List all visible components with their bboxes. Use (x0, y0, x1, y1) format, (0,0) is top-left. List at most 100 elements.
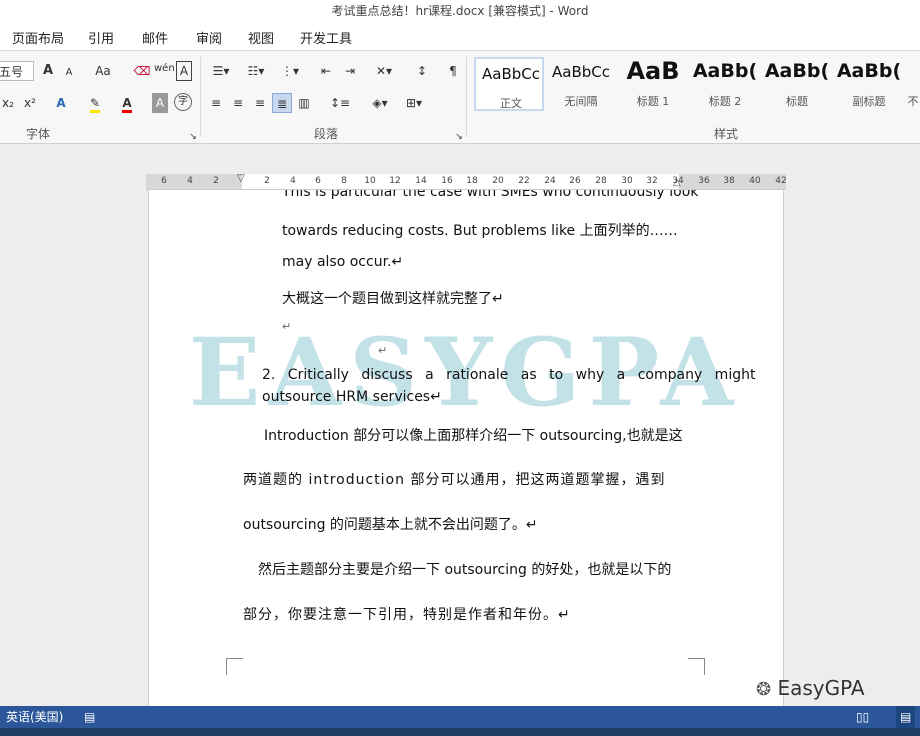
doc-line: towards reducing costs. But problems lik… (282, 223, 678, 239)
ruler-tick: 12 (389, 176, 401, 186)
paragraph-mark: ↵ (378, 344, 388, 357)
doc-line: outsource HRM services↵ (262, 389, 442, 405)
align-left-icon[interactable]: ≡ (208, 93, 224, 113)
sort-icon[interactable]: ↕ (412, 61, 432, 81)
ruler-tick: 22 (518, 176, 530, 186)
font-color-icon[interactable]: A (118, 93, 136, 113)
style-title[interactable]: AaBb( 标题 (762, 57, 832, 111)
distributed-icon[interactable]: ▥ (296, 93, 312, 113)
ruler-tick: 4 (187, 176, 193, 186)
styles-group-label: 样式 (714, 127, 739, 141)
ruler-tick: 2 (264, 176, 270, 186)
pinyin-guide-button[interactable]: wén (154, 59, 175, 79)
style-sample: AaBb( (692, 60, 758, 82)
style-subtitle[interactable]: AaBb( 副标题 (834, 57, 904, 111)
doc-line: outsourcing 的问题基本上就不会出问题了。↵ (243, 517, 538, 533)
logo-text: EasyGPA (777, 676, 865, 700)
shading-icon[interactable]: ◈▾ (366, 93, 394, 113)
style-name: 标题 1 (636, 95, 670, 108)
style-name: 副标题 (852, 95, 886, 108)
doc-line: may also occur.↵ (282, 254, 404, 270)
char-border-icon[interactable]: A (176, 61, 192, 81)
paragraph-mark: ↵ (282, 320, 292, 333)
ruler-tick: 10 (364, 176, 376, 186)
font-size-select[interactable]: 五号 (0, 61, 34, 81)
divider (466, 57, 467, 137)
style-name: 标题 2 (708, 95, 742, 108)
tab-view[interactable]: 视图 (248, 28, 274, 47)
decrease-indent-icon[interactable]: ⇤ (316, 61, 336, 81)
ruler-tick: 28 (595, 176, 607, 186)
ribbon-tabs: 页面布局 引用 邮件 审阅 视图 开发工具 (0, 22, 920, 51)
shrink-font-button[interactable]: A (62, 63, 76, 83)
tab-review[interactable]: 审阅 (196, 28, 222, 47)
ruler-tick: 30 (621, 176, 633, 186)
grow-font-button[interactable]: A (40, 61, 56, 81)
easygpa-logo: ❂ EasyGPA (756, 676, 906, 704)
macro-record-icon[interactable]: ▤ (84, 706, 95, 728)
style-name: 无间隔 (564, 95, 598, 108)
ruler-tick: 24 (544, 176, 556, 186)
horizontal-ruler[interactable]: 6 4 2 2 4 6 8 10 12 14 16 18 20 22 24 26… (146, 173, 787, 190)
multilevel-list-icon[interactable]: ⋮▾ (276, 61, 304, 81)
ruler-tick: 16 (441, 176, 453, 186)
enclose-char-icon[interactable]: 字 (174, 93, 192, 111)
divider (200, 57, 201, 137)
right-indent-icon[interactable]: △ (673, 177, 681, 188)
print-layout-icon[interactable]: ▤ (896, 706, 916, 728)
first-line-indent-icon[interactable]: ▽ (237, 173, 245, 184)
clear-format-icon[interactable]: ⌫ (132, 61, 152, 81)
chinese-layout-icon[interactable]: ✕▾ (370, 61, 398, 81)
char-shading-icon[interactable]: A (152, 93, 168, 113)
style-sample: AaB (626, 57, 680, 85)
change-case-button[interactable]: Aa (88, 61, 118, 81)
styles-gallery: AaBbCc 正文 AaBbCc 无间隔 AaB 标题 1 AaBb( 标题 2… (470, 57, 920, 111)
ruler-tick: 6 (161, 176, 167, 186)
paragraph-group-label: 段落 (314, 127, 339, 141)
font-group-label: 字体 (26, 127, 51, 141)
crop-mark (688, 658, 705, 675)
doc-line: 2. Critically discuss a rationale as to … (262, 367, 756, 383)
align-right-icon[interactable]: ≡ (252, 93, 268, 113)
tab-references[interactable]: 引用 (88, 28, 114, 47)
language-status[interactable]: 英语(美国) (6, 706, 63, 728)
read-mode-icon[interactable]: ▯▯ (856, 706, 869, 728)
increase-indent-icon[interactable]: ⇥ (340, 61, 360, 81)
borders-icon[interactable]: ⊞▾ (400, 93, 428, 113)
style-sample: AaBbCc (552, 63, 610, 81)
ruler-tick: 38 (723, 176, 735, 186)
numbering-icon[interactable]: ☷▾ (242, 61, 270, 81)
subscript-button[interactable]: x₂ (0, 93, 16, 113)
text-effects-icon[interactable]: A (52, 93, 70, 113)
tab-mailings[interactable]: 邮件 (142, 28, 168, 47)
status-bar: 英语(美国) ▤ ▯▯ ▤ (0, 706, 920, 728)
taskbar (0, 728, 920, 736)
style-no-spacing[interactable]: AaBbCc 无间隔 (546, 57, 616, 111)
style-name: 标题 (786, 95, 808, 108)
crop-mark (226, 658, 243, 675)
justify-icon[interactable]: ≣ (272, 93, 292, 113)
line-spacing-icon[interactable]: ↕≡ (326, 93, 354, 113)
ruler-tick: 18 (466, 176, 478, 186)
style-more[interactable]: 不 (906, 57, 920, 111)
show-marks-icon[interactable]: ¶ (444, 61, 462, 81)
style-name: 正文 (500, 97, 522, 110)
ruler-tick: 32 (646, 176, 658, 186)
style-heading-2[interactable]: AaBb( 标题 2 (690, 57, 760, 111)
ruler-tick: 8 (341, 176, 347, 186)
wechat-icon: ❂ (756, 679, 772, 700)
doc-line: 部分，你要注意一下引用，特别是作者和年份。↵ (243, 607, 571, 623)
tab-layout[interactable]: 页面布局 (12, 28, 64, 47)
document-page[interactable] (148, 190, 784, 706)
ruler-tick: 2 (213, 176, 219, 186)
ruler-tick: 40 (749, 176, 761, 186)
style-heading-1[interactable]: AaB 标题 1 (618, 57, 688, 111)
highlight-icon[interactable]: ✎ (84, 93, 106, 113)
superscript-button[interactable]: x² (22, 93, 38, 113)
align-center-icon[interactable]: ≡ (230, 93, 246, 113)
tab-developer[interactable]: 开发工具 (300, 28, 352, 47)
style-sample: AaBb( (764, 60, 830, 82)
ruler-tick: 42 (775, 176, 787, 186)
bullets-icon[interactable]: ☰▾ (208, 61, 234, 81)
style-normal[interactable]: AaBbCc 正文 (474, 57, 544, 111)
